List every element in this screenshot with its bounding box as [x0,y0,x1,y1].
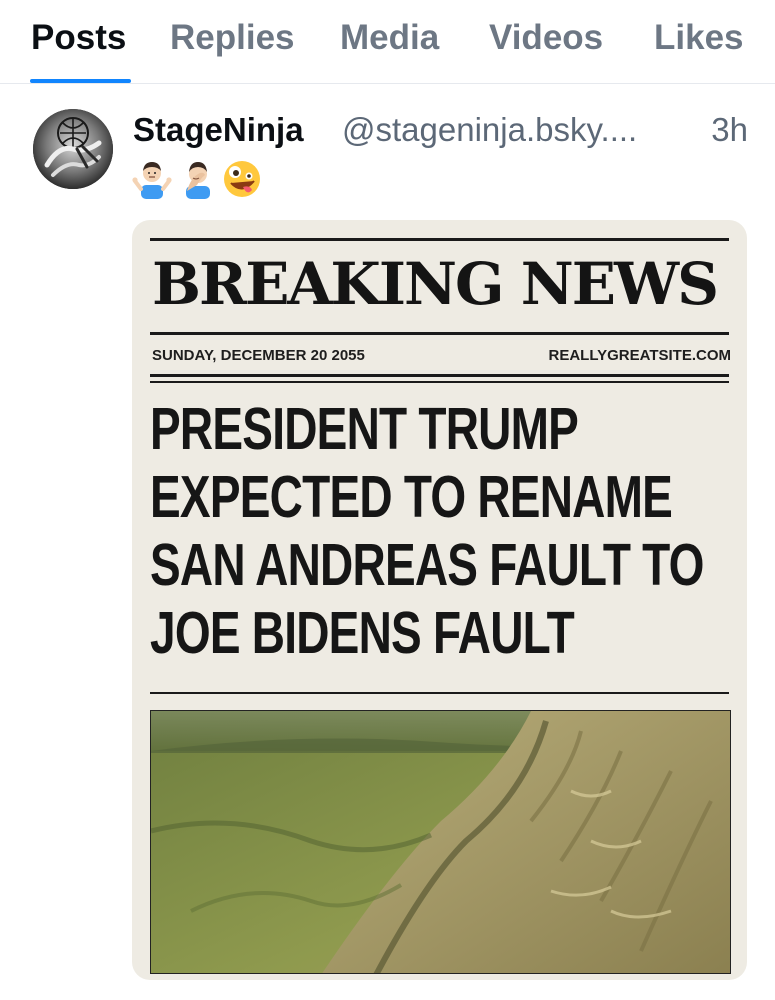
headline-line: PRESIDENT TRUMP [150,396,579,462]
landscape-image [151,711,730,973]
post-image[interactable]: BREAKING NEWS SUNDAY, DECEMBER 20 2055 R… [132,220,747,980]
tab-posts-label: Posts [31,18,127,57]
avatar[interactable] [33,109,113,189]
tab-media-label: Media [340,18,440,57]
newspaper-headline: PRESIDENT TRUMP EXPECTED TO RENAME SAN A… [150,395,740,667]
profile-tabs: Posts Replies Media Videos Likes [0,0,775,84]
newspaper-date: SUNDAY, DECEMBER 20 2055 [152,347,365,364]
user-handle[interactable]: @stageninja.bsky.... [342,111,637,149]
avatar-image [33,109,113,189]
post-item[interactable]: StageNinja @stageninja.bsky.... 3h BREAK… [0,85,775,1000]
tab-likes-label: Likes [654,18,744,57]
post-timestamp[interactable]: 3h [711,111,748,149]
person-shrugging-icon [132,162,172,199]
post-header: StageNinja @stageninja.bsky.... 3h [133,111,748,151]
headline-line: EXPECTED TO RENAME [150,464,673,530]
masthead: BREAKING NEWS [152,250,719,318]
photo-top-rule [150,692,729,694]
newspaper-site: REALLYGREATSITE.COM [548,347,731,364]
zany-face-icon [224,161,260,197]
headline-line: SAN ANDREAS FAULT TO [150,532,704,598]
masthead-bottom-rule [150,332,729,335]
masthead-top-rule [150,238,729,241]
active-tab-indicator [30,79,131,83]
aerial-fault-photo [150,710,731,974]
person-facepalming-icon [186,162,210,199]
dateline-rule-bottom [150,381,729,383]
dateline-rule-top [150,374,729,377]
headline-line: JOE BIDENS FAULT [150,600,575,666]
tab-videos-label: Videos [489,18,604,57]
display-name[interactable]: StageNinja [133,111,304,149]
tab-replies-label: Replies [170,18,295,57]
